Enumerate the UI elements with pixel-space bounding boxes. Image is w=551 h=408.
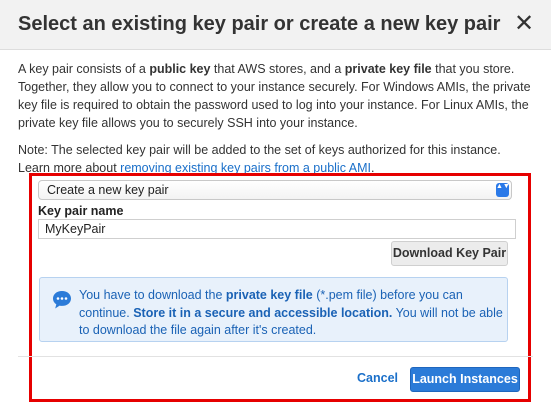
key-pair-option-select[interactable]: Create a new key pair ▲▼: [38, 180, 512, 200]
alert-text-1: You have to download the: [79, 288, 226, 302]
cancel-button[interactable]: Cancel: [357, 371, 398, 385]
key-pair-name-input[interactable]: [38, 219, 516, 239]
select-value: Create a new key pair: [47, 183, 169, 197]
alert-message: You have to download the private key fil…: [79, 287, 503, 340]
speech-bubble-icon: [53, 291, 71, 309]
intro-text-2: that AWS stores, and a: [210, 62, 345, 76]
dialog-header: Select an existing key pair or create a …: [0, 0, 551, 50]
launch-instances-button[interactable]: Launch Instances: [410, 367, 520, 392]
info-alert: You have to download the private key fil…: [39, 277, 508, 342]
select-arrows-icon: ▲▼: [496, 183, 510, 197]
note-paragraph: Note: The selected key pair will be adde…: [18, 141, 533, 177]
intro-bold-private-key: private key file: [344, 62, 432, 76]
alert-bold-store: Store it in a secure and accessible loca…: [133, 305, 393, 320]
intro-paragraph: A key pair consists of a public key that…: [18, 60, 533, 132]
footer-divider: [18, 356, 533, 357]
intro-text-1: A key pair consists of a: [18, 62, 150, 76]
download-key-pair-button[interactable]: Download Key Pair: [391, 241, 508, 266]
intro-bold-public-key: public key: [149, 62, 211, 76]
alert-bold-private-key: private key file: [225, 288, 313, 302]
dialog-title: Select an existing key pair or create a …: [18, 13, 501, 35]
close-icon[interactable]: ✕: [511, 8, 537, 40]
key-pair-name-label: Key pair name: [38, 204, 124, 218]
